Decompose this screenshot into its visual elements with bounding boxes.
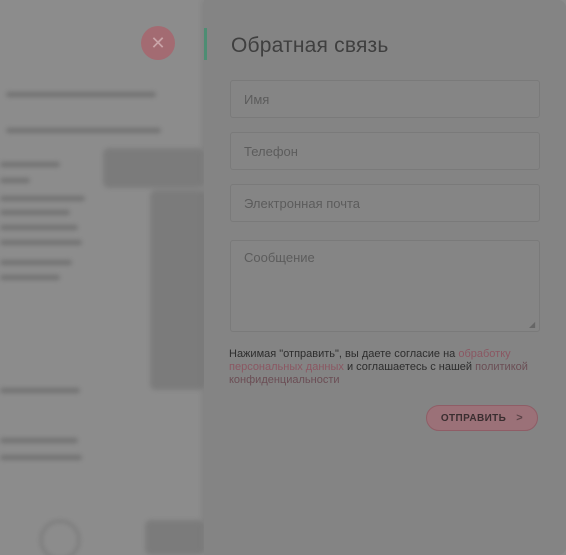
feedback-modal: Обратная связь Имя Телефон Электронная п…	[204, 0, 566, 555]
phone-placeholder: Телефон	[244, 143, 298, 159]
submit-button[interactable]: ОТПРАВИТЬ >	[426, 405, 538, 431]
bg-circle-icon	[40, 520, 80, 555]
consent-middle: и соглашаетесь c нашей	[343, 361, 476, 373]
name-input[interactable]: Имя	[230, 80, 540, 118]
bg-text-line	[0, 240, 82, 245]
bg-text-line	[0, 275, 60, 280]
bg-text-line	[6, 128, 161, 133]
bg-text-line	[6, 92, 156, 97]
bg-text-line	[0, 388, 80, 393]
bg-text-line	[0, 260, 72, 265]
bg-card	[145, 520, 203, 555]
bg-card	[150, 190, 204, 390]
resize-grip-icon[interactable]: ◢	[529, 321, 537, 329]
phone-input[interactable]: Телефон	[230, 132, 540, 170]
title-accent-bar	[204, 28, 207, 60]
name-placeholder: Имя	[244, 91, 270, 107]
consent-prefix: Нажимая "отправить", вы даете согласие н…	[229, 348, 459, 360]
bg-text-line	[0, 196, 85, 201]
consent-text: Нажимая "отправить", вы даете согласие н…	[229, 348, 547, 387]
email-placeholder: Электронная почта	[244, 195, 361, 211]
bg-text-line	[0, 225, 78, 230]
message-textarea[interactable]: Сообщение ◢	[230, 240, 540, 332]
close-icon[interactable]: ✕	[141, 26, 175, 60]
email-input[interactable]: Электронная почта	[230, 184, 540, 222]
arrow-right-icon: >	[516, 412, 524, 424]
message-placeholder: Сообщение	[244, 250, 315, 265]
modal-title: Обратная связь	[231, 34, 389, 57]
bg-text-line	[0, 178, 30, 183]
bg-text-line	[0, 455, 82, 460]
bg-text-line	[0, 210, 70, 215]
submit-label: ОТПРАВИТЬ	[440, 412, 507, 424]
bg-text-line	[0, 162, 60, 167]
bg-card	[103, 148, 203, 188]
screen: ✕ Обратная связь Имя Телефон Электронная…	[0, 0, 566, 555]
bg-text-line	[0, 438, 78, 443]
